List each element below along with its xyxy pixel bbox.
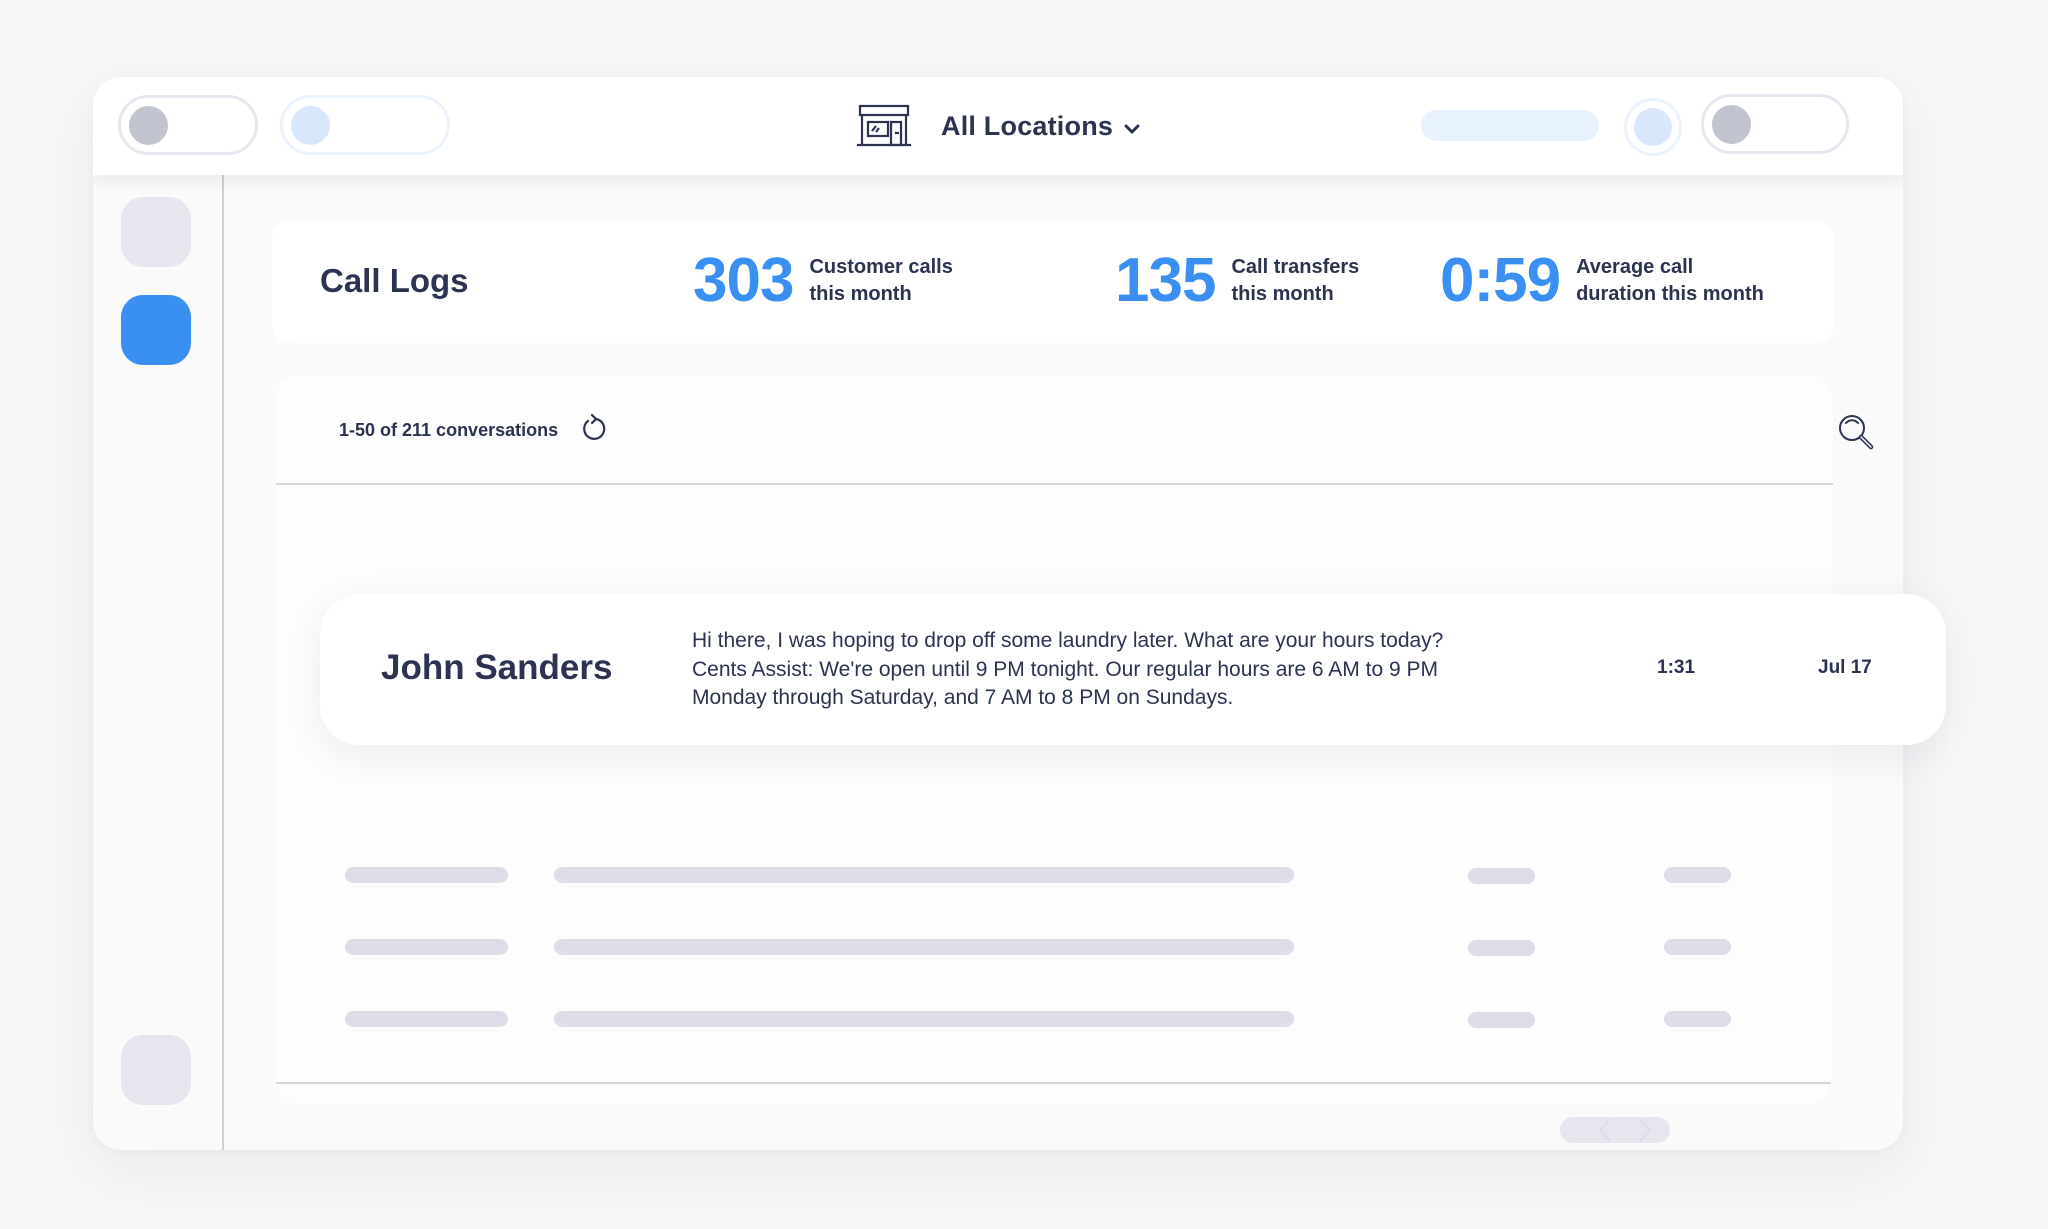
skeleton-bar	[554, 867, 1294, 883]
call-duration: 1:31	[1657, 657, 1696, 678]
sidebar-item-call-logs[interactable]	[121, 295, 191, 365]
skeleton-bar	[554, 1011, 1294, 1027]
stat-value: 0:59	[1440, 246, 1561, 315]
list-footer-divider	[276, 1082, 1831, 1084]
stat-label: Call transfers this month	[1231, 254, 1359, 308]
stat-customer-calls: 303 Customer calls this month	[693, 246, 953, 316]
toggle-knob	[129, 106, 168, 145]
caller-name: John Sanders	[381, 648, 613, 687]
stat-label-line1: Call transfers	[1231, 256, 1360, 278]
stat-label: Customer calls this month	[809, 254, 952, 308]
toggle-switch-3[interactable]	[1701, 94, 1849, 154]
toggle-knob	[1712, 105, 1751, 144]
skeleton-bar	[1664, 1011, 1731, 1027]
sidebar-item-1[interactable]	[121, 197, 191, 267]
location-label: All Locations	[941, 110, 1114, 141]
refresh-icon[interactable]	[579, 413, 607, 443]
list-header: 1-50 of 211 conversations	[276, 375, 1874, 485]
conversation-row-highlighted[interactable]: John Sanders Hi there, I was hoping to d…	[320, 594, 1946, 745]
message-line: Monday through Saturday, and 7 AM to 8 P…	[692, 686, 1234, 709]
avatar-dot	[1634, 108, 1672, 146]
stat-label-line1: Customer calls	[809, 256, 953, 278]
stats-card: Call Logs 303 Customer calls this month …	[272, 220, 1834, 343]
skeleton-bar	[1468, 868, 1535, 884]
top-bar: All Locations	[93, 77, 1903, 175]
avatar[interactable]	[1624, 98, 1682, 156]
toggle-switch-1[interactable]	[118, 95, 258, 155]
skeleton-bar	[1664, 939, 1731, 955]
stat-label-line2: duration this month	[1576, 283, 1764, 305]
conversation-preview: Hi there, I was hoping to drop off some …	[692, 627, 1552, 713]
stat-value: 135	[1115, 246, 1216, 315]
sidebar	[93, 175, 224, 1150]
stat-call-transfers: 135 Call transfers this month	[1115, 246, 1359, 316]
stat-value: 303	[693, 246, 794, 315]
sidebar-item-bottom[interactable]	[121, 1035, 191, 1105]
chevron-down-icon	[1124, 124, 1140, 134]
stat-label-line2: this month	[1231, 283, 1334, 305]
toggle-knob	[291, 106, 330, 145]
call-date: Jul 17	[1818, 657, 1872, 678]
page-title: Call Logs	[320, 262, 469, 299]
skeleton-bar	[345, 867, 508, 883]
skeleton-bar	[345, 1011, 508, 1027]
storefront-icon	[857, 104, 911, 147]
toggle-switch-2[interactable]	[280, 95, 450, 155]
stat-average-duration: 0:59 Average call duration this month	[1440, 246, 1764, 316]
stat-label-line2: this month	[809, 283, 912, 305]
stat-label-line1: Average call	[1576, 256, 1694, 278]
search-icon[interactable]	[1836, 412, 1876, 452]
message-line: Hi there, I was hoping to drop off some …	[692, 629, 1444, 652]
conversation-count: 1-50 of 211 conversations	[339, 420, 559, 440]
location-selector[interactable]: All Locations	[857, 99, 1141, 153]
chevron-right-icon[interactable]	[1634, 1117, 1656, 1143]
skeleton-bar	[345, 939, 508, 955]
skeleton-bar	[554, 939, 1294, 955]
skeleton-bar	[1468, 1012, 1535, 1028]
skeleton-bar	[1468, 940, 1535, 956]
chevron-left-icon[interactable]	[1594, 1117, 1616, 1143]
header-placeholder-pill	[1421, 110, 1599, 141]
skeleton-bar	[1664, 867, 1731, 883]
message-line: Cents Assist: We're open until 9 PM toni…	[692, 657, 1438, 681]
stat-label: Average call duration this month	[1576, 254, 1764, 308]
